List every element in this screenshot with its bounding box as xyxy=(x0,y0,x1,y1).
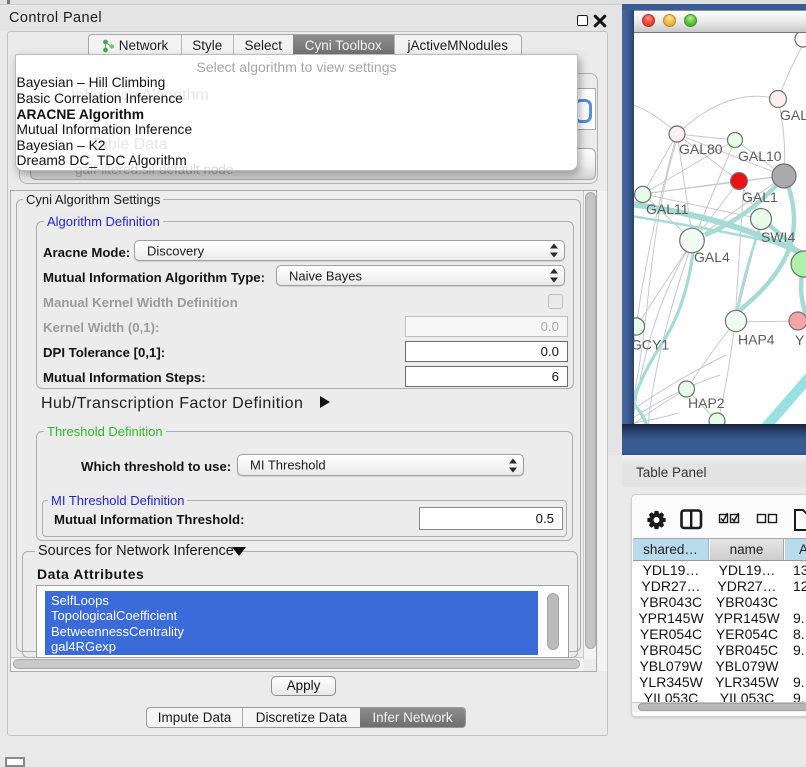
svg-text:GAL10: GAL10 xyxy=(738,148,782,164)
svg-text:GAL1: GAL1 xyxy=(742,189,778,205)
svg-text:GCY1: GCY1 xyxy=(634,337,669,353)
svg-text:GAL4: GAL4 xyxy=(694,249,730,265)
svg-text:HAP2: HAP2 xyxy=(688,395,725,411)
svg-text:GAL11: GAL11 xyxy=(646,201,689,217)
svg-text:HAP4: HAP4 xyxy=(738,332,775,348)
svg-text:GAL: GAL xyxy=(780,107,806,123)
svg-text:Y: Y xyxy=(795,332,805,348)
svg-text:SWI4: SWI4 xyxy=(761,229,795,245)
svg-text:GAL80: GAL80 xyxy=(679,141,723,157)
